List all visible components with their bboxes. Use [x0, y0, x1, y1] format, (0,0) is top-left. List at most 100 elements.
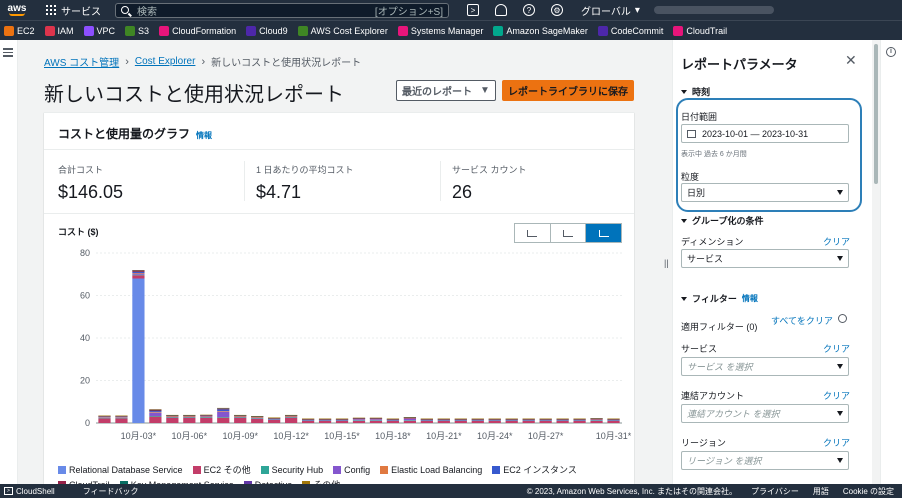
bar-segment [437, 418, 450, 420]
clear-all-link[interactable]: すべてをクリア [771, 314, 833, 327]
bar-segment [149, 411, 162, 413]
caret-down-icon [681, 296, 687, 301]
dimension-select[interactable]: サービス [681, 249, 849, 268]
bar-segment [522, 420, 535, 423]
info-link[interactable]: 情報 [196, 130, 212, 141]
granularity-label: 粒度 [681, 172, 700, 182]
region-clear-link[interactable]: クリア [823, 436, 850, 449]
bar-segment [488, 418, 501, 420]
legend-label: Relational Database Service [69, 464, 183, 475]
legend-item[interactable]: Security Hub [260, 463, 324, 476]
region-selector[interactable]: グローバル ▾ [581, 3, 640, 18]
bar-segment [420, 418, 433, 420]
chart-legend: Relational Database Service EC2 その他 Securi… [58, 463, 618, 484]
gear-icon[interactable]: ⚙ [551, 4, 563, 16]
help-icon[interactable]: ? [523, 4, 535, 16]
breadcrumb-cost-management[interactable]: AWS コスト管理 [44, 54, 119, 69]
bell-icon[interactable] [495, 4, 507, 16]
service-clear-link[interactable]: クリア [823, 342, 850, 355]
favorite-iam[interactable]: IAM [44, 25, 74, 36]
feedback-link[interactable]: フィードバック [83, 486, 139, 497]
account-filter-label: 連結アカウント [681, 391, 745, 401]
breadcrumb-cost-explorer[interactable]: Cost Explorer [135, 56, 196, 67]
recent-reports-button[interactable]: 最近のレポート ▼ [396, 80, 496, 101]
bar-segment [369, 417, 383, 419]
cookie-settings-link[interactable]: Cookie の設定 [843, 486, 894, 497]
account-menu[interactable] [653, 6, 774, 14]
line-chart-toggle[interactable] [551, 224, 587, 242]
bar-segment [590, 420, 603, 423]
bar-segment [285, 417, 298, 423]
legend-item[interactable]: EC2 その他 [192, 463, 251, 476]
section-filters[interactable]: フィルター 情報 [681, 292, 758, 305]
save-to-library-button[interactable]: レポートライブラリに保存 [502, 80, 634, 101]
bar-segment [335, 420, 349, 421]
services-menu-button[interactable]: サービス [46, 3, 101, 18]
panel-scrollbar[interactable] [872, 40, 880, 484]
favorite-codecommit[interactable]: CodeCommit [597, 25, 663, 36]
applied-filters-label: 適用フィルター (0) [681, 322, 758, 332]
bar-segment [234, 414, 247, 416]
favorite-aws-cost-explorer[interactable]: AWS Cost Explorer [297, 25, 388, 36]
favorite-cloudformation[interactable]: CloudFormation [159, 25, 236, 36]
favorite-amazon-sagemaker[interactable]: Amazon SageMaker [493, 25, 588, 36]
privacy-link[interactable]: プライバシー [751, 486, 799, 497]
caret-down-icon: ▼ [480, 85, 490, 96]
close-icon[interactable]: ✕ [845, 52, 857, 69]
favorite-vpc[interactable]: VPC [83, 25, 116, 36]
terms-link[interactable]: 用語 [813, 486, 829, 497]
top-navigation: aws サービス 検索 [オプション+S] > ? ⚙ グローバル ▾ [0, 0, 902, 20]
legend-item[interactable]: Config [333, 463, 370, 476]
stacked-chart-toggle[interactable] [586, 224, 622, 242]
gear-icon[interactable] [838, 314, 847, 323]
bar-segment [234, 417, 247, 418]
chevron-right-icon: › [125, 55, 129, 68]
divider [440, 161, 441, 201]
service-icon [246, 25, 257, 36]
favorite-s3[interactable]: S3 [125, 25, 149, 36]
bar-segment [183, 414, 196, 416]
bar-segment [200, 417, 213, 418]
granularity-select[interactable]: 日別 [681, 183, 849, 202]
bar-segment [539, 420, 552, 421]
stat-label: 1 日あたりの平均コスト [256, 165, 354, 175]
info-link[interactable]: 情報 [742, 293, 758, 304]
favorite-label: IAM [57, 25, 74, 36]
legend-label: Security Hub [271, 464, 324, 475]
favorite-systems-manager[interactable]: Systems Manager [397, 25, 483, 36]
favorite-cloudtrail[interactable]: CloudTrail [673, 25, 727, 36]
service-filter-select[interactable]: サービス を選択 [681, 357, 849, 376]
legend-item[interactable]: EC2 インスタンス [492, 463, 577, 476]
y-tick-label: 20 [80, 376, 90, 386]
service-icon [44, 25, 55, 36]
dimension-clear-link[interactable]: クリア [823, 235, 850, 248]
x-tick-label: 10月-18* [375, 431, 411, 441]
section-group-by[interactable]: グループ化の条件 [681, 214, 763, 227]
scrollbar-thumb[interactable] [874, 44, 878, 184]
panel-splitter[interactable]: || [662, 40, 672, 484]
hamburger-menu-icon[interactable] [3, 48, 13, 59]
cloudshell-icon[interactable]: > [467, 4, 479, 16]
account-clear-link[interactable]: クリア [823, 389, 850, 402]
dimension-label: ディメンション [681, 237, 744, 247]
aws-logo[interactable]: aws [6, 4, 28, 16]
bar-chart-toggle[interactable] [515, 224, 551, 242]
favorite-cloud9[interactable]: Cloud9 [246, 25, 288, 36]
legend-item[interactable]: Relational Database Service [58, 463, 183, 476]
bar-segment [149, 412, 162, 416]
info-icon[interactable]: i [886, 47, 896, 57]
favorite-ec2[interactable]: EC2 [4, 25, 35, 36]
bar-segment [573, 420, 586, 421]
bar-segment [115, 417, 128, 418]
account-filter-select[interactable]: 連結アカウント を選択 [681, 404, 849, 423]
date-range-picker[interactable]: 2023-10-01 — 2023-10-31 [681, 124, 849, 143]
legend-item[interactable]: Elastic Load Balancing [380, 463, 482, 476]
region-filter-select[interactable]: リージョン を選択 [681, 451, 849, 470]
search-input[interactable]: 検索 [オプション+S] [115, 2, 449, 18]
favorite-label: VPC [96, 25, 116, 36]
bar-segment [556, 420, 569, 423]
cloudshell-button[interactable]: > CloudShell [4, 487, 55, 496]
section-time[interactable]: 時刻 [681, 85, 710, 98]
bar-segment [285, 414, 298, 416]
panel-title: レポートパラメータ [681, 57, 798, 72]
